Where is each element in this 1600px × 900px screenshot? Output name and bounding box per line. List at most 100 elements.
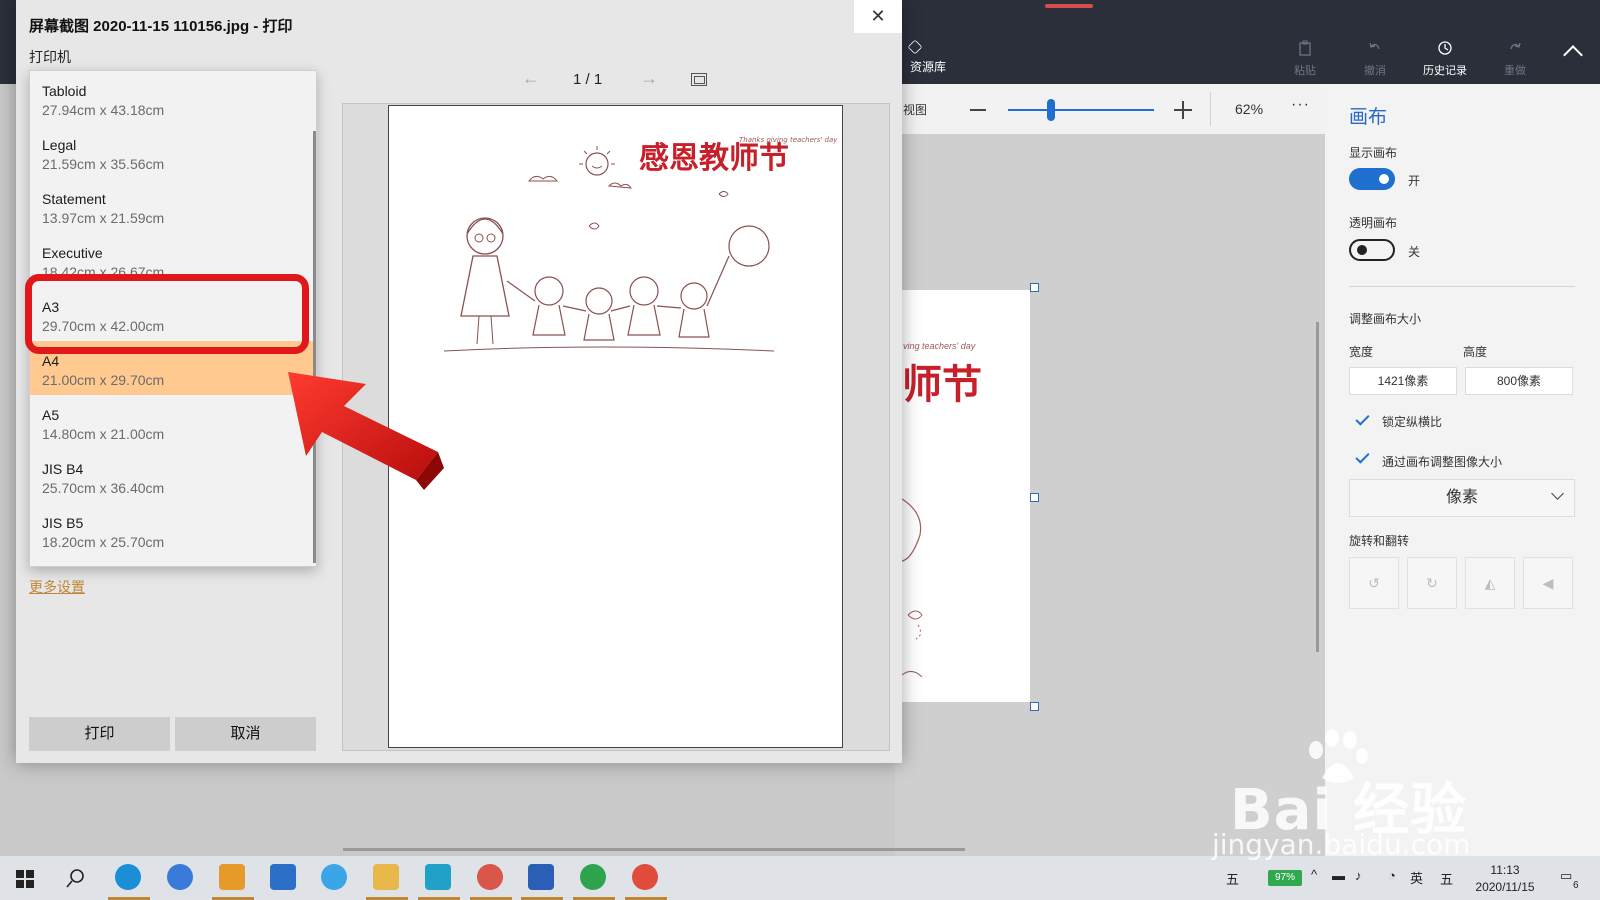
history-icon <box>1410 40 1480 62</box>
paper-option-size: 25.70cm x 36.40cm <box>42 480 165 496</box>
paste-label: 粘贴 <box>1294 65 1316 77</box>
paste-icon <box>1270 40 1340 62</box>
show-canvas-label: 显示画布 <box>1349 146 1398 160</box>
show-canvas-toggle[interactable] <box>1349 168 1395 190</box>
flip-vertical-button[interactable]: ◀ <box>1523 557 1573 609</box>
mail-icon[interactable] <box>270 864 296 890</box>
history-button[interactable]: 历史记录 <box>1410 40 1480 78</box>
network-icon[interactable]: ◔ <box>1388 868 1396 883</box>
redo-label: 重做 <box>1504 65 1526 77</box>
canvas-title-text: 师节 <box>902 361 982 408</box>
notes-app-icon[interactable] <box>219 864 245 890</box>
paper-option-size: 14.80cm x 21.00cm <box>42 426 165 442</box>
transparent-canvas-state: 关 <box>1408 245 1421 259</box>
paper-option-legal[interactable]: Legal 21.59cm x 35.56cm <box>30 125 314 179</box>
fit-page-icon[interactable] <box>691 73 707 86</box>
rotate-left-icon: ↺ <box>1368 575 1380 591</box>
paper-option-name: JIS B4 <box>42 461 84 477</box>
more-settings-link[interactable]: 更多设置 <box>29 577 85 597</box>
word-icon[interactable] <box>528 864 554 890</box>
divider <box>1210 92 1211 126</box>
green-app-icon[interactable] <box>580 864 606 890</box>
cancel-button[interactable]: 取消 <box>175 717 316 751</box>
title-accent <box>1045 4 1093 8</box>
ime-mode-indicator[interactable]: 五 <box>1226 869 1239 888</box>
paper-option-name: Tabloid <box>42 83 87 99</box>
l-app-icon[interactable] <box>167 864 193 890</box>
close-button[interactable]: ✕ <box>854 0 902 33</box>
more-options-icon[interactable]: ··· <box>1291 96 1310 114</box>
undo-button[interactable]: 撤消 <box>1340 40 1410 78</box>
clock-time: 11:13 <box>1490 863 1520 877</box>
zoom-slider-track[interactable] <box>1008 109 1154 111</box>
transparent-canvas-toggle[interactable] <box>1349 239 1395 261</box>
paper-option-size: 21.00cm x 29.70cm <box>42 372 165 388</box>
notification-center-icon[interactable]: ▭ <box>1560 868 1572 884</box>
flip-horizontal-button[interactable]: ◭ <box>1465 557 1515 609</box>
paper-option-size: 27.94cm x 43.18cm <box>42 102 165 118</box>
language-indicator[interactable]: 英 <box>1410 868 1423 887</box>
file-explorer-icon[interactable] <box>373 864 399 890</box>
paper-option-jis-b4[interactable]: JIS B4 25.70cm x 36.40cm <box>30 449 314 503</box>
panel-title: 画布 <box>1349 107 1388 128</box>
paper-option-name: Executive <box>42 245 103 261</box>
baidu-jingyan-watermark: Bai 经验 jingyan.baidu.com <box>1212 729 1530 861</box>
close-icon: ✕ <box>870 6 886 26</box>
a3-highlight-annotation <box>25 274 309 354</box>
paste-button[interactable]: 粘贴 <box>1270 40 1340 78</box>
watermark-url: jingyan.baidu.com <box>1212 828 1471 861</box>
library-label: 资源库 <box>910 60 947 74</box>
undo-icon <box>1340 40 1410 62</box>
height-label: 高度 <box>1463 345 1488 359</box>
paper-option-name: JIS B5 <box>42 515 84 531</box>
teachers-day-illustration: 感恩教师节 Thanks giving teachers' day <box>443 136 838 352</box>
previous-page-icon[interactable]: ← <box>522 68 540 89</box>
paper-option-name: A4 <box>42 353 60 369</box>
search-icon[interactable] <box>66 868 86 888</box>
redo-button[interactable]: 重做 <box>1480 40 1550 78</box>
taskbar-clock[interactable]: 11:13 2020/11/15 <box>1465 862 1545 896</box>
resize-handle-right[interactable] <box>1030 493 1039 502</box>
paper-option-tabloid[interactable]: Tabloid 27.94cm x 43.18cm <box>30 71 314 125</box>
paper-option-size: 13.97cm x 21.59cm <box>42 210 165 226</box>
app-store-icon[interactable] <box>425 864 451 890</box>
print-button[interactable]: 打印 <box>29 717 170 751</box>
view-label[interactable]: 视图 <box>903 101 927 118</box>
rotate-left-button[interactable]: ↺ <box>1349 557 1399 609</box>
battery-icon[interactable]: ▬ <box>1332 868 1345 883</box>
flip-vertical-icon: ◀ <box>1542 575 1554 591</box>
notification-count: 6 <box>1573 880 1579 891</box>
battery-indicator[interactable]: 97% <box>1268 870 1302 886</box>
paper-option-jis-b5[interactable]: JIS B5 18.20cm x 25.70cm <box>30 503 314 557</box>
paper-option-name: Legal <box>42 137 77 153</box>
edge-browser-icon[interactable] <box>115 864 141 890</box>
next-page-icon[interactable]: → <box>640 68 658 89</box>
paper-option-a5[interactable]: A5 14.80cm x 21.00cm <box>30 395 314 449</box>
paint-3d-icon[interactable] <box>477 864 503 890</box>
zoom-in-icon-vertical[interactable] <box>1182 101 1184 119</box>
canvas-subtitle-text: ving teachers' day <box>903 341 976 351</box>
zoom-slider-thumb[interactable] <box>1047 99 1055 121</box>
volume-icon[interactable]: ♪ <box>1355 868 1362 883</box>
red-app-icon[interactable] <box>632 864 658 890</box>
flip-horizontal-icon: ◭ <box>1484 575 1496 591</box>
unit-dropdown[interactable]: 像素 <box>1349 479 1575 517</box>
page-indicator: 1 / 1 <box>573 71 603 88</box>
chevron-up-icon[interactable]: ^ <box>1311 867 1317 882</box>
canvas-drawing-fragment <box>901 498 923 678</box>
transparent-canvas-label: 透明画布 <box>1349 216 1398 230</box>
height-field[interactable]: 800像素 <box>1465 367 1573 395</box>
canvas-horizontal-scrollbar[interactable] <box>343 848 965 851</box>
zoom-percent: 62% <box>1235 101 1264 117</box>
zoom-out-icon[interactable] <box>970 109 986 111</box>
resize-handle-top-right[interactable] <box>1030 283 1039 292</box>
width-field[interactable]: 1421像素 <box>1349 367 1457 395</box>
ime-mode-indicator-2[interactable]: 五 <box>1440 869 1453 888</box>
canvas-vertical-scrollbar[interactable] <box>1316 322 1319 652</box>
paper-option-statement[interactable]: Statement 13.97cm x 21.59cm <box>30 179 314 233</box>
ie-browser-icon[interactable] <box>321 864 347 890</box>
start-icon[interactable] <box>16 870 34 888</box>
resize-handle-bottom-right[interactable] <box>1030 702 1039 711</box>
paper-option-size: 18.20cm x 25.70cm <box>42 534 165 550</box>
rotate-right-button[interactable]: ↻ <box>1407 557 1457 609</box>
